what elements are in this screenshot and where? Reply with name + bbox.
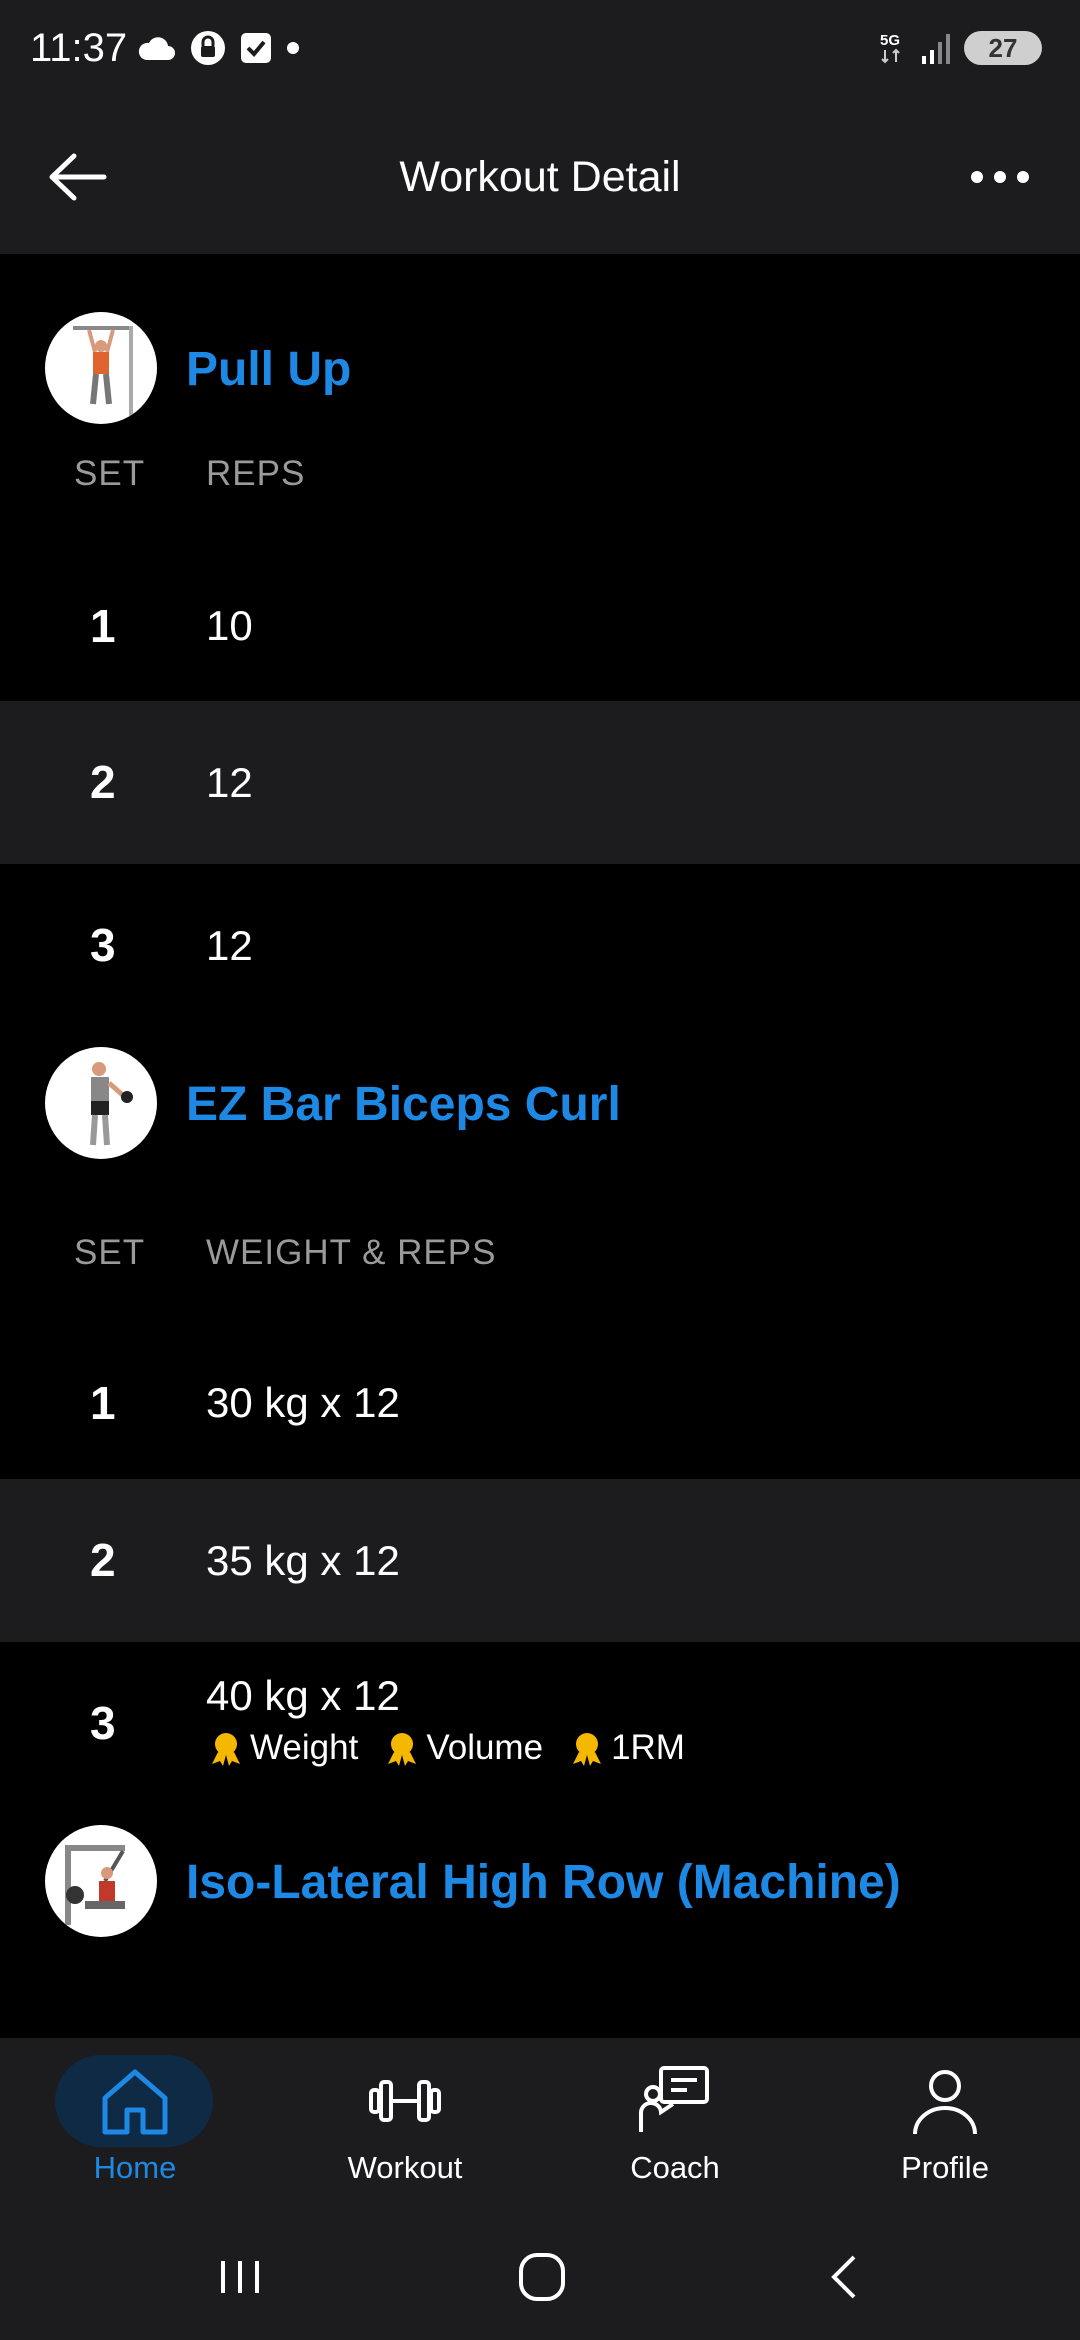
nav-label: Workout: [347, 2150, 463, 2185]
bottom-navigation: Home Workout Coach Profile: [0, 2038, 1080, 2214]
back-button-icon[interactable]: [810, 2247, 880, 2307]
column-header-weight-reps: WEIGHT & REPS: [206, 1233, 497, 1272]
cloud-icon: [138, 37, 175, 60]
set-value: 12: [206, 922, 253, 969]
back-arrow-icon[interactable]: [46, 150, 110, 204]
nav-item-home[interactable]: Home: [0, 2038, 270, 2214]
system-navigation-bar: [0, 2214, 1080, 2340]
column-header-reps: REPS: [206, 454, 306, 493]
set-value: 30 kg x 12: [206, 1379, 400, 1426]
set-row: 1 30 kg x 12: [0, 1327, 1080, 1479]
network-5g-icon: 5G: [880, 32, 900, 64]
record-label: Volume: [426, 1728, 544, 1767]
exercise-header[interactable]: Iso-Lateral High Row (Machine): [0, 1805, 1080, 1957]
lock-notification-icon: [191, 31, 225, 65]
more-options-icon[interactable]: [960, 155, 1040, 199]
dumbbell-icon: [369, 2080, 441, 2122]
sets-table-header: SET REPS: [0, 396, 1080, 551]
set-row: 3 12: [0, 864, 1080, 1027]
personal-records: Weight Volume 1RM: [206, 1728, 709, 1768]
set-value: 10: [206, 602, 253, 649]
nav-label: Home: [93, 2150, 177, 2185]
signal-icon: [922, 34, 950, 64]
set-value: 35 kg x 12: [206, 1537, 400, 1584]
exercise-card: EZ Bar Biceps Curl SET WEIGHT & REPS 1 3…: [0, 1027, 1080, 1805]
set-value: 40 kg x 12: [206, 1672, 400, 1719]
workout-detail-list[interactable]: Pull Up SET REPS 1 10 2 12 3 12 EZ Bar B…: [0, 254, 1080, 2038]
medal-icon: [212, 1733, 240, 1766]
exercise-name[interactable]: EZ Bar Biceps Curl: [186, 1077, 621, 1132]
battery-level: 27: [988, 32, 1018, 63]
set-number: 1: [90, 600, 116, 652]
column-header-set: SET: [74, 454, 146, 493]
set-number: 3: [90, 919, 116, 971]
set-row: 2 12: [0, 701, 1080, 864]
column-header-set: SET: [74, 1233, 146, 1272]
dot-icon: [287, 42, 299, 54]
medal-icon: [388, 1733, 417, 1766]
set-row: 1 10: [0, 551, 1080, 701]
exercise-thumbnail[interactable]: [45, 1825, 157, 1937]
nav-item-workout[interactable]: Workout: [270, 2038, 540, 2214]
record-badge: 1RM: [567, 1728, 685, 1768]
exercise-name[interactable]: Iso-Lateral High Row (Machine): [186, 1855, 901, 1910]
app-bar: Workout Detail: [0, 100, 1080, 254]
notification-icons: [136, 30, 300, 66]
checkbox-notification-icon: [241, 33, 271, 63]
status-right: 5G 27: [880, 30, 1042, 66]
set-value: 12: [206, 759, 253, 806]
set-number: 1: [90, 1377, 116, 1429]
battery-indicator: 27: [964, 31, 1042, 65]
record-badge: Weight: [206, 1728, 358, 1768]
recent-apps-icon[interactable]: [205, 2247, 275, 2307]
nav-label: Coach: [630, 2150, 720, 2185]
biceps-curl-illustration-icon: [90, 1062, 133, 1146]
status-bar: 11:37 5G 27: [0, 0, 1080, 100]
set-number: 2: [90, 1534, 116, 1586]
nav-item-profile[interactable]: Profile: [810, 2038, 1080, 2214]
nav-item-coach[interactable]: Coach: [540, 2038, 810, 2214]
sets-table-header: SET WEIGHT & REPS: [0, 1179, 1080, 1327]
set-row-with-records: 3 40 kg x 12 Weight Volume 1RM: [0, 1642, 1080, 1805]
record-badge: Volume: [382, 1728, 543, 1768]
record-label: 1RM: [611, 1728, 685, 1767]
exercise-card: Iso-Lateral High Row (Machine): [0, 1805, 1080, 1957]
set-number: 2: [90, 756, 116, 808]
set-row: 2 35 kg x 12: [0, 1479, 1080, 1642]
home-button-icon[interactable]: [507, 2247, 577, 2307]
set-number: 3: [90, 1697, 116, 1749]
home-icon: [102, 2069, 168, 2135]
record-label: Weight: [250, 1728, 359, 1767]
profile-icon: [913, 2070, 977, 2135]
page-title: Workout Detail: [399, 152, 681, 201]
nav-label: Profile: [901, 2150, 989, 2185]
exercise-thumbnail[interactable]: [45, 1047, 157, 1159]
exercise-card: Pull Up SET REPS 1 10 2 12 3 12: [0, 254, 1080, 1027]
exercise-header[interactable]: EZ Bar Biceps Curl: [0, 1027, 1080, 1179]
svg-text:5G: 5G: [880, 32, 900, 49]
exercise-name[interactable]: Pull Up: [186, 342, 351, 397]
coach-icon: [638, 2066, 709, 2132]
exercise-header[interactable]: Pull Up: [0, 254, 1080, 424]
high-row-machine-illustration-icon: [65, 1845, 125, 1925]
status-time: 11:37: [30, 26, 128, 70]
medal-icon: [573, 1733, 602, 1766]
